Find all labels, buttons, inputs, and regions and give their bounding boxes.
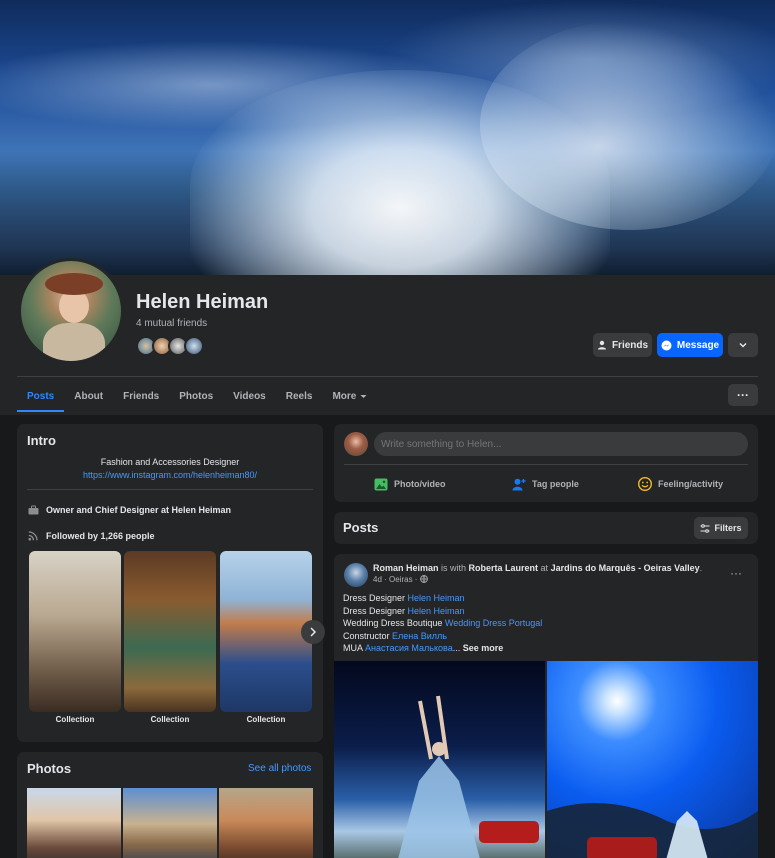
featured-collection-2[interactable] <box>124 551 216 712</box>
intro-title: Intro <box>27 433 56 448</box>
photo-thumbnail[interactable] <box>27 788 121 858</box>
photo-video-button[interactable]: Photo/video <box>374 472 446 496</box>
post-meta: 4d · Oeiras · <box>373 575 428 584</box>
tab-photos[interactable]: Photos <box>169 380 223 412</box>
ellipsis-icon: ··· <box>737 388 749 402</box>
see-all-photos-link[interactable]: See all photos <box>248 763 311 774</box>
featured-label: Collection <box>150 715 190 724</box>
mutual-friend-avatar[interactable] <box>184 336 204 356</box>
tab-more[interactable]: More <box>322 380 377 412</box>
sliders-icon <box>700 523 710 533</box>
tag-person-icon <box>512 478 526 490</box>
intro-followers: Followed by 1,266 people <box>27 530 155 542</box>
profile-menu-button[interactable]: ··· <box>728 384 758 406</box>
photo-thumbnail[interactable] <box>219 788 313 858</box>
friends-button-label: Friends <box>611 339 649 351</box>
intro-divider <box>27 489 313 490</box>
globe-icon <box>419 575 428 583</box>
post-header: Roman Heiman is with Roberta Laurent at … <box>373 563 703 573</box>
briefcase-icon <box>27 504 39 516</box>
post-composer: Photo/video Tag people Feeling/activity <box>334 424 758 502</box>
ellipsis-icon: ··· <box>730 566 742 580</box>
featured-label: Collection <box>55 715 95 724</box>
caret-down-icon <box>360 394 367 398</box>
current-user-avatar[interactable] <box>344 432 368 456</box>
smiley-icon <box>638 477 652 491</box>
composer-divider <box>344 464 748 465</box>
post-tag-link[interactable]: Helen Heiman <box>408 593 465 603</box>
rss-icon <box>27 530 39 542</box>
post-options-button[interactable]: ··· <box>730 566 742 580</box>
post-photo[interactable] <box>334 661 545 858</box>
post-tagged-person[interactable]: Roberta Laurent <box>469 563 539 573</box>
messenger-icon <box>661 340 672 350</box>
feeling-activity-button[interactable]: Feeling/activity <box>638 472 723 496</box>
post-body: Dress Designer Helen Heiman Dress Design… <box>343 592 542 655</box>
intro-website-link[interactable]: https://www.instagram.com/helenheiman80/ <box>17 470 323 480</box>
cover-photo[interactable] <box>0 0 775 275</box>
featured-collection-1[interactable] <box>29 551 121 712</box>
intro-card: Intro Fashion and Accessories Designer h… <box>17 424 325 742</box>
cover-wave-spray <box>480 20 775 230</box>
chevron-down-icon <box>739 342 747 348</box>
profile-tabs: Posts About Friends Photos Videos Reels … <box>17 380 377 412</box>
post-line: Dress Designer Helen Heiman <box>343 593 465 603</box>
photo-icon <box>374 478 388 490</box>
post-location[interactable]: Jardins do Marquês - Oeiras Valley <box>551 563 700 573</box>
see-more-link[interactable]: See more <box>463 643 504 653</box>
tag-people-button[interactable]: Tag people <box>512 472 579 496</box>
message-button[interactable]: Message <box>657 333 723 357</box>
featured-collection-3[interactable] <box>220 551 312 712</box>
post-line: MUA Анастасия Малькова... See more <box>343 643 504 653</box>
post-author-avatar[interactable] <box>344 563 368 587</box>
photo-thumbnail[interactable] <box>123 788 217 858</box>
feed-post: Roman Heiman is with Roberta Laurent at … <box>334 554 758 858</box>
composer-input[interactable] <box>374 432 748 456</box>
mutual-friends-avatars <box>136 336 204 356</box>
friends-button[interactable]: Friends <box>593 333 652 357</box>
tab-videos[interactable]: Videos <box>223 380 276 412</box>
filters-button[interactable]: Filters <box>694 517 748 539</box>
post-tag-link[interactable]: Анастасия Малькова <box>365 643 453 653</box>
featured-next-button[interactable] <box>301 620 325 644</box>
tab-reels[interactable]: Reels <box>276 380 323 412</box>
featured-label: Collection <box>246 715 286 724</box>
post-tag-link[interactable]: Wedding Dress Portugal <box>445 618 542 628</box>
intro-followers-text: Followed by 1,266 people <box>46 531 155 541</box>
tab-posts[interactable]: Posts <box>17 380 65 412</box>
post-tag-link[interactable]: Helen Heiman <box>408 606 465 616</box>
more-options-button[interactable] <box>728 333 758 357</box>
post-timestamp[interactable]: 4d · Oeiras · <box>373 575 420 584</box>
post-line: Constructor Елена Вилль <box>343 630 447 641</box>
post-photo[interactable] <box>547 661 758 858</box>
profile-name: Helen Heiman <box>136 291 269 313</box>
intro-work-text: Owner and Chief Designer at Helen Heiman <box>46 505 232 515</box>
post-author-name[interactable]: Roman Heiman <box>373 563 439 573</box>
photos-card: Photos See all photos <box>17 752 323 858</box>
person-check-icon <box>597 340 606 350</box>
posts-title: Posts <box>343 520 379 535</box>
posts-header: Posts Filters <box>334 512 758 544</box>
post-tag-link[interactable]: Елена Вилль <box>392 631 447 641</box>
message-button-label: Message <box>676 339 720 351</box>
photos-title: Photos <box>27 761 72 776</box>
intro-bio: Fashion and Accessories Designer <box>100 457 240 467</box>
profile-avatar[interactable] <box>18 258 124 364</box>
tab-about[interactable]: About <box>64 380 113 412</box>
post-line: Dress Designer Helen Heiman <box>343 605 465 616</box>
post-line: Wedding Dress Boutique Wedding Dress Por… <box>343 618 543 628</box>
tab-friends[interactable]: Friends <box>113 380 169 412</box>
intro-work: Owner and Chief Designer at Helen Heiman <box>27 504 231 516</box>
mutual-friends-count[interactable]: 4 mutual friends <box>136 318 207 329</box>
chevron-right-icon <box>310 627 317 637</box>
header-divider <box>17 376 758 377</box>
